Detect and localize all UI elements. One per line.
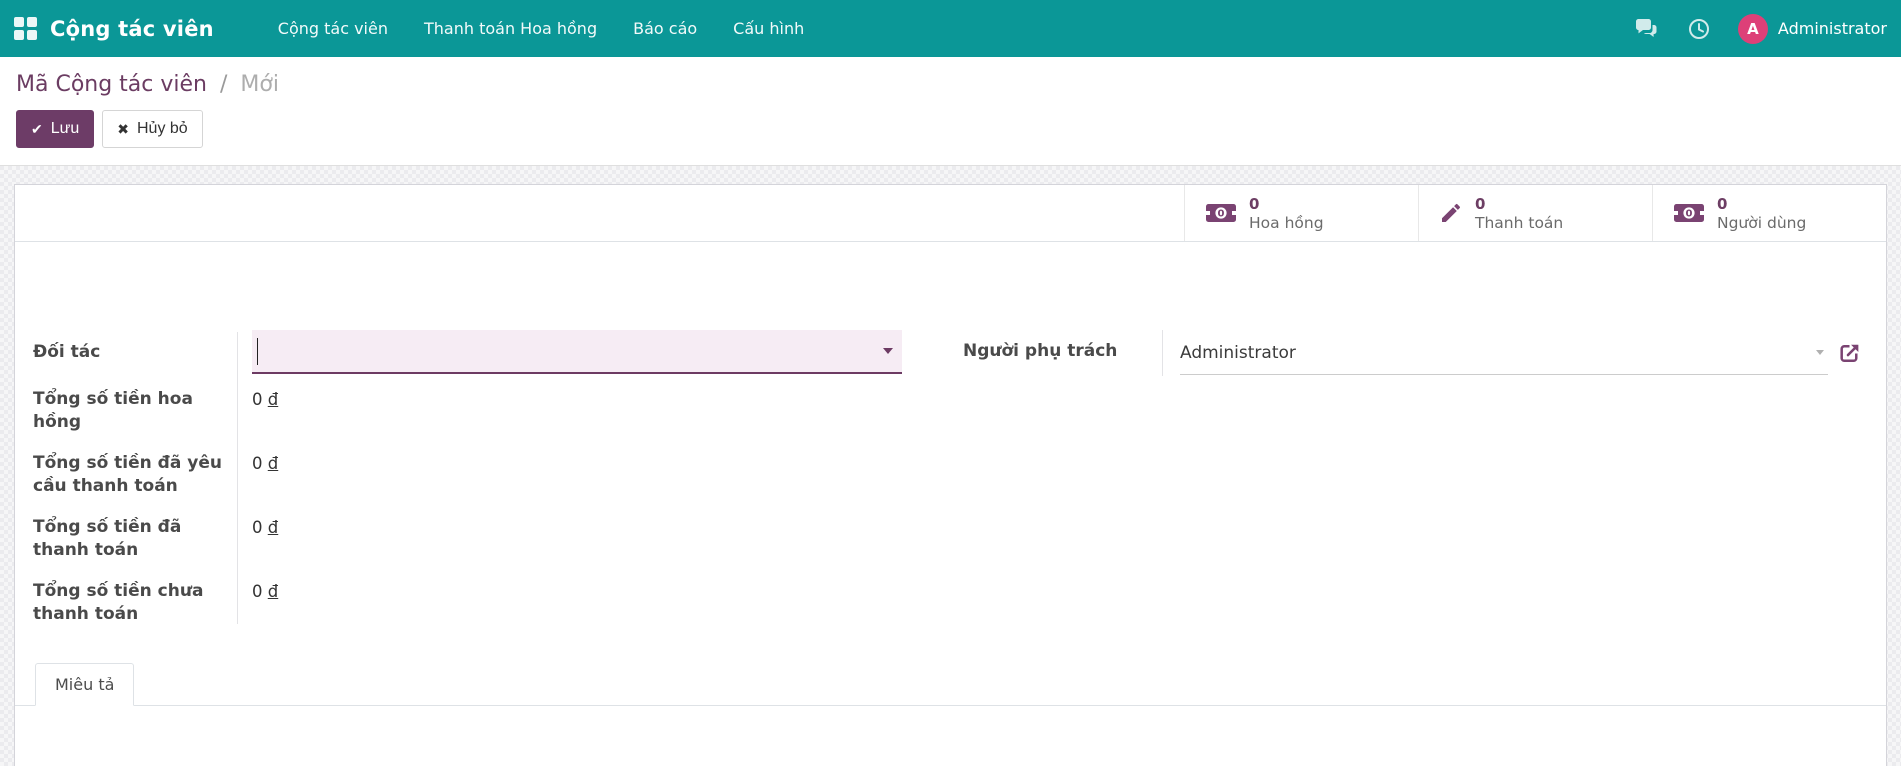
stat-button-box: 0 0 Hoa hồng 0 Thanh toán 0 0 Người dùng	[15, 185, 1886, 242]
amount-value: 0 đ	[252, 454, 279, 473]
discard-button[interactable]: ✖ Hủy bỏ	[102, 110, 203, 148]
field-row-total-commission: Tổng số tiền hoa hồng 0 đ	[33, 388, 948, 434]
amount-value: 0 đ	[252, 390, 279, 409]
stat-value: 0	[1249, 194, 1260, 213]
manager-input[interactable]: Administrator	[1180, 331, 1828, 375]
amount-value: 0 đ	[252, 582, 279, 601]
amount-label: Tổng số tiền đã thanh toán	[33, 517, 182, 560]
manager-value: Administrator	[1180, 342, 1296, 363]
breadcrumb-current: Mới	[240, 72, 279, 97]
field-group-left: Đối tác Tổng số tiền hoa hồng 0 đ Tổng s…	[33, 330, 948, 626]
app-window: Cộng tác viên Cộng tác viên Thanh toán H…	[0, 0, 1901, 766]
svg-text:0: 0	[1218, 209, 1225, 220]
menu-item-bao-cao[interactable]: Báo cáo	[615, 0, 715, 57]
amount-label: Tổng số tiền hoa hồng	[33, 389, 193, 432]
menu-item-cau-hinh[interactable]: Cấu hình	[715, 0, 822, 57]
amount-label: Tổng số tiền đã yêu cầu thanh toán	[33, 453, 222, 496]
breadcrumb-parent-link[interactable]: Mã Cộng tác viên	[16, 72, 207, 97]
manager-field-label: Người phụ trách	[963, 341, 1118, 361]
breadcrumb: Mã Cộng tác viên / Mới	[16, 70, 1885, 100]
menu-item-cong-tac-vien[interactable]: Cộng tác viên	[260, 0, 406, 57]
field-row-manager: Người phụ trách Administrator	[963, 330, 1868, 376]
stat-label: Người dùng	[1717, 213, 1807, 232]
partner-field-label: Đối tác	[33, 342, 101, 362]
external-link-icon[interactable]	[1837, 341, 1862, 366]
field-row-total-requested: Tổng số tiền đã yêu cầu thanh toán 0 đ	[33, 452, 948, 498]
navbar-right: A Administrator	[1608, 13, 1887, 44]
field-row-total-unpaid: Tổng số tiền chưa thanh toán 0 đ	[33, 580, 948, 626]
stat-label: Hoa hồng	[1249, 213, 1324, 232]
money-icon: 0	[1205, 202, 1237, 224]
field-row-partner: Đối tác	[33, 330, 948, 374]
stat-value: 0	[1717, 194, 1728, 213]
discard-button-label: Hủy bỏ	[136, 120, 188, 137]
check-icon: ✔	[31, 121, 43, 137]
text-cursor	[257, 337, 258, 365]
stat-button-nguoi-dung[interactable]: 0 0 Người dùng	[1652, 185, 1886, 241]
content-area: 0 0 Hoa hồng 0 Thanh toán 0 0 Người dùng…	[0, 166, 1901, 766]
dropdown-caret-icon[interactable]	[883, 348, 893, 354]
stat-button-thanh-toan[interactable]: 0 Thanh toán	[1418, 185, 1652, 241]
messages-icon[interactable]	[1634, 16, 1660, 42]
stat-value: 0	[1475, 194, 1486, 213]
notebook: Miêu tả	[15, 663, 1886, 766]
breadcrumb-separator: /	[220, 72, 228, 97]
menu-item-thanh-toan-hoa-hong[interactable]: Thanh toán Hoa hồng	[406, 0, 615, 57]
stat-button-hoa-hong[interactable]: 0 0 Hoa hồng	[1184, 185, 1418, 241]
tab-mieu-ta[interactable]: Miêu tả	[35, 663, 135, 706]
field-group-right: Người phụ trách Administrator	[963, 330, 1868, 376]
avatar-initial: A	[1747, 19, 1759, 38]
tab-strip: Miêu tả	[15, 663, 1886, 706]
manager-field: Administrator	[1162, 330, 1862, 376]
control-panel: Mã Cộng tác viên / Mới ✔ Lưu ✖ Hủy bỏ	[0, 57, 1901, 166]
control-panel-buttons: ✔ Lưu ✖ Hủy bỏ	[16, 110, 1885, 148]
currency-symbol[interactable]: đ	[268, 390, 278, 409]
currency-symbol[interactable]: đ	[268, 582, 278, 601]
form-sheet: 0 0 Hoa hồng 0 Thanh toán 0 0 Người dùng…	[14, 184, 1887, 766]
top-navbar: Cộng tác viên Cộng tác viên Thanh toán H…	[0, 0, 1901, 57]
stat-label: Thanh toán	[1475, 213, 1564, 232]
currency-symbol[interactable]: đ	[268, 454, 278, 473]
tab-content	[15, 706, 1886, 766]
navbar-menu: Cộng tác viên Thanh toán Hoa hồng Báo cá…	[260, 0, 822, 57]
partner-input[interactable]	[252, 330, 902, 374]
save-button-label: Lưu	[50, 120, 80, 137]
apps-grid-icon[interactable]	[14, 16, 38, 41]
pencil-icon	[1439, 201, 1463, 225]
field-row-total-paid: Tổng số tiền đã thanh toán 0 đ	[33, 516, 948, 562]
currency-symbol[interactable]: đ	[268, 518, 278, 537]
svg-text:0: 0	[1686, 209, 1693, 220]
amount-label: Tổng số tiền chưa thanh toán	[33, 581, 204, 624]
app-title[interactable]: Cộng tác viên	[50, 17, 214, 41]
money-icon: 0	[1673, 202, 1705, 224]
activity-clock-icon[interactable]	[1686, 16, 1712, 42]
times-icon: ✖	[117, 121, 129, 137]
form-fields: Đối tác Tổng số tiền hoa hồng 0 đ Tổng s…	[15, 242, 1886, 626]
amount-value: 0 đ	[252, 518, 279, 537]
save-button[interactable]: ✔ Lưu	[16, 110, 95, 148]
dropdown-caret-icon[interactable]	[1816, 350, 1824, 355]
user-menu[interactable]: Administrator	[1778, 19, 1887, 38]
user-avatar[interactable]: A	[1737, 13, 1768, 44]
